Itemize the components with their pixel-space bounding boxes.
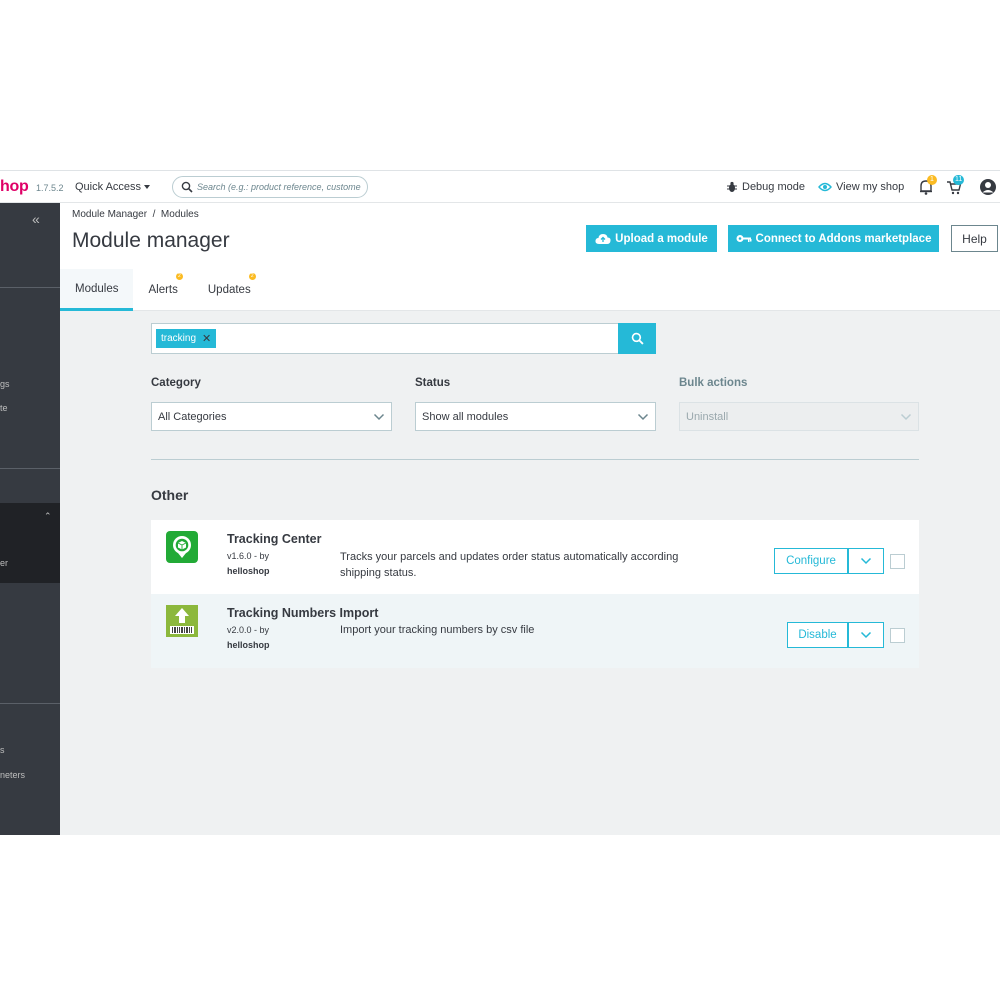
configure-button[interactable]: Configure: [774, 548, 848, 574]
tracking-center-logo-icon: [166, 531, 198, 563]
search-icon: [631, 332, 644, 345]
quick-access-menu[interactable]: Quick Access: [75, 181, 151, 193]
sidebar-item-partial[interactable]: gs: [0, 379, 10, 389]
cloud-upload-icon: [595, 233, 611, 244]
module-search-field[interactable]: tracking ✕: [151, 323, 656, 354]
bulk-actions-select[interactable]: Uninstall: [679, 402, 919, 431]
tab-bar: Modules Alerts 2 Updates 2: [60, 269, 266, 311]
caret-down-icon: [144, 185, 151, 190]
sidebar-divider: [0, 468, 60, 469]
close-icon[interactable]: ✕: [202, 332, 211, 345]
module-name: Tracking Center: [227, 532, 322, 546]
disable-button[interactable]: Disable: [787, 622, 848, 648]
eye-icon: [818, 182, 832, 192]
module-select-checkbox[interactable]: [890, 628, 905, 643]
quick-access-label: Quick Access: [75, 181, 142, 193]
category-section-title: Other: [151, 487, 189, 503]
update-badge: 2: [248, 273, 256, 280]
help-button[interactable]: Help: [951, 225, 998, 252]
module-row: Tracking Center v1.6.0 - by helloshop Tr…: [151, 520, 919, 594]
top-header: hop 1.7.5.2 Quick Access Debug mode View…: [0, 171, 1000, 203]
sidebar-item-partial[interactable]: neters: [0, 770, 25, 780]
user-icon[interactable]: [979, 178, 997, 196]
shop-logo[interactable]: hop: [0, 178, 29, 196]
bug-icon: [727, 181, 737, 192]
upload-module-label: Upload a module: [615, 232, 708, 245]
header-search[interactable]: [172, 176, 368, 198]
sidebar-item-partial[interactable]: te: [0, 403, 8, 413]
category-select[interactable]: All Categories: [151, 402, 392, 431]
tab-modules[interactable]: Modules: [60, 269, 134, 311]
status-value: Show all modules: [422, 410, 509, 423]
bulk-actions-value: Uninstall: [686, 410, 729, 423]
module-version: v1.6.0 - by: [227, 551, 270, 561]
search-input[interactable]: [197, 179, 367, 195]
tracking-import-logo-icon: [166, 605, 198, 637]
status-select[interactable]: Show all modules: [415, 402, 656, 431]
tab-label: Alerts: [148, 284, 178, 296]
module-description: Tracks your parcels and updates order st…: [340, 551, 679, 579]
chevron-down-icon: [373, 413, 385, 420]
filters-divider: [151, 459, 919, 460]
search-icon: [181, 181, 193, 193]
module-select-checkbox[interactable]: [890, 554, 905, 569]
version-label: 1.7.5.2: [36, 183, 64, 193]
tab-alerts[interactable]: Alerts 2: [133, 269, 192, 311]
sidebar-item-partial[interactable]: s: [0, 745, 5, 755]
status-label: Status: [415, 377, 451, 389]
tab-updates[interactable]: Updates 2: [193, 269, 266, 311]
category-label: Category: [151, 377, 201, 389]
module-actions-dropdown[interactable]: [848, 622, 884, 648]
addons-connect-button[interactable]: Connect to Addons marketplace: [728, 225, 939, 252]
module-version: v2.0.0 - by: [227, 625, 270, 635]
chevron-down-icon: [860, 557, 872, 565]
module-name: Tracking Numbers Import: [227, 606, 379, 620]
sidebar-item-modules-active[interactable]: ⌃ er: [0, 503, 60, 583]
module-author: helloshop: [227, 566, 270, 576]
screenshot-frame: hop 1.7.5.2 Quick Access Debug mode View…: [0, 170, 1000, 835]
bulk-actions-label: Bulk actions: [679, 377, 748, 389]
debug-mode-link[interactable]: Debug mode: [726, 181, 805, 193]
page-header: Module Manager / Modules Module manager …: [60, 203, 1000, 311]
notification-badge: 1: [927, 175, 937, 185]
breadcrumb[interactable]: Module Manager / Modules: [72, 209, 199, 220]
chevron-down-icon: [860, 631, 872, 639]
module-actions-dropdown[interactable]: [848, 548, 884, 574]
chevron-up-icon: ⌃: [44, 511, 52, 521]
key-icon: [736, 235, 752, 242]
view-shop-link[interactable]: View my shop: [818, 181, 904, 193]
module-author: helloshop: [227, 640, 270, 650]
page-title: Module manager: [72, 229, 230, 252]
sidebar-divider: [0, 287, 60, 288]
chevron-down-icon: [637, 413, 649, 420]
sidebar: « gs te ⌃ er s neters: [0, 203, 60, 835]
chevron-down-icon: [900, 413, 912, 420]
tab-label: Modules: [75, 282, 119, 295]
addons-connect-label: Connect to Addons marketplace: [755, 232, 932, 245]
sidebar-subitem-partial[interactable]: er: [0, 558, 8, 568]
module-search-button[interactable]: [618, 323, 656, 354]
search-tag: tracking ✕: [156, 329, 217, 348]
search-tag-label: tracking: [161, 333, 197, 344]
module-description: Import your tracking numbers by csv file: [340, 624, 535, 636]
category-value: All Categories: [158, 410, 227, 423]
upload-module-button[interactable]: Upload a module: [586, 225, 717, 252]
debug-mode-label: Debug mode: [742, 181, 805, 193]
alert-badge: 2: [175, 273, 183, 280]
tab-label: Updates: [207, 284, 251, 296]
module-row: Tracking Numbers Import v2.0.0 - by hell…: [151, 594, 919, 668]
sidebar-collapse-button[interactable]: «: [32, 211, 40, 227]
view-shop-label: View my shop: [836, 181, 905, 193]
sidebar-divider: [0, 703, 60, 704]
